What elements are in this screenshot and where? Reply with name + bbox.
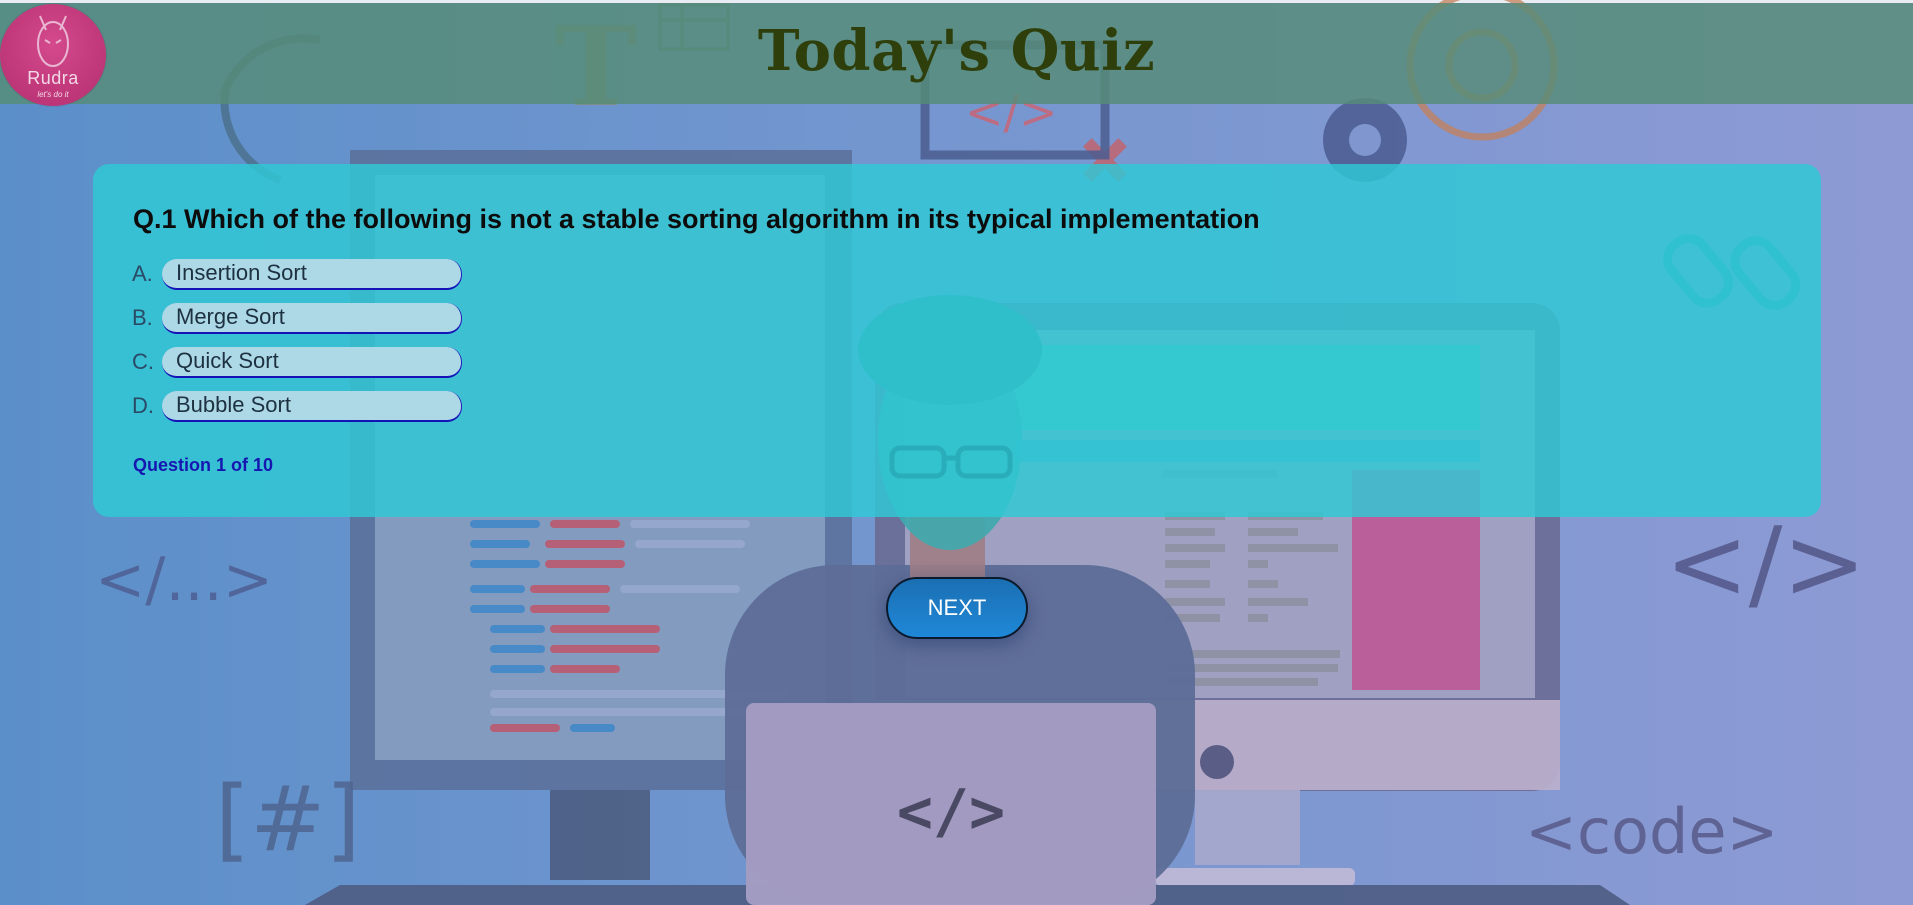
- right-monitor-stand: [1195, 790, 1300, 865]
- left-monitor-stand: [550, 790, 650, 880]
- option-letter: C.: [132, 349, 154, 374]
- decor-text: [#]: [215, 767, 361, 872]
- laptop-code-icon: </>: [897, 777, 1005, 847]
- option-button-a[interactable]: Insertion Sort: [162, 258, 462, 290]
- logo-tagline: let's do it: [37, 90, 69, 99]
- decor-text: <code>: [1525, 795, 1778, 868]
- option-b: B. Merge Sort: [132, 302, 462, 334]
- option-button-d[interactable]: Bubble Sort: [162, 390, 462, 422]
- quiz-card: Q.1 Which of the following is not a stab…: [93, 164, 1821, 517]
- option-a: A. Insertion Sort: [132, 258, 462, 290]
- option-letter: B.: [132, 305, 153, 330]
- decor-text: </>: [1665, 505, 1866, 622]
- option-button-b[interactable]: Merge Sort: [162, 302, 462, 334]
- option-d: D. Bubble Sort: [132, 390, 462, 422]
- question-progress: Question 1 of 10: [133, 455, 274, 475]
- option-button-c[interactable]: Quick Sort: [162, 346, 462, 378]
- option-letter: D.: [132, 393, 154, 418]
- option-c: C. Quick Sort: [132, 346, 462, 378]
- page-title: Today's Quiz: [757, 18, 1156, 84]
- option-letter: A.: [132, 261, 153, 286]
- question-text: Q.1 Which of the following is not a stab…: [133, 204, 1260, 234]
- right-monitor-button: [1200, 745, 1234, 779]
- next-button[interactable]: NEXT: [886, 577, 1028, 639]
- answer-options: A. Insertion Sort B. Merge Sort C. Quick…: [132, 258, 462, 434]
- decor-text: </...>: [95, 545, 273, 615]
